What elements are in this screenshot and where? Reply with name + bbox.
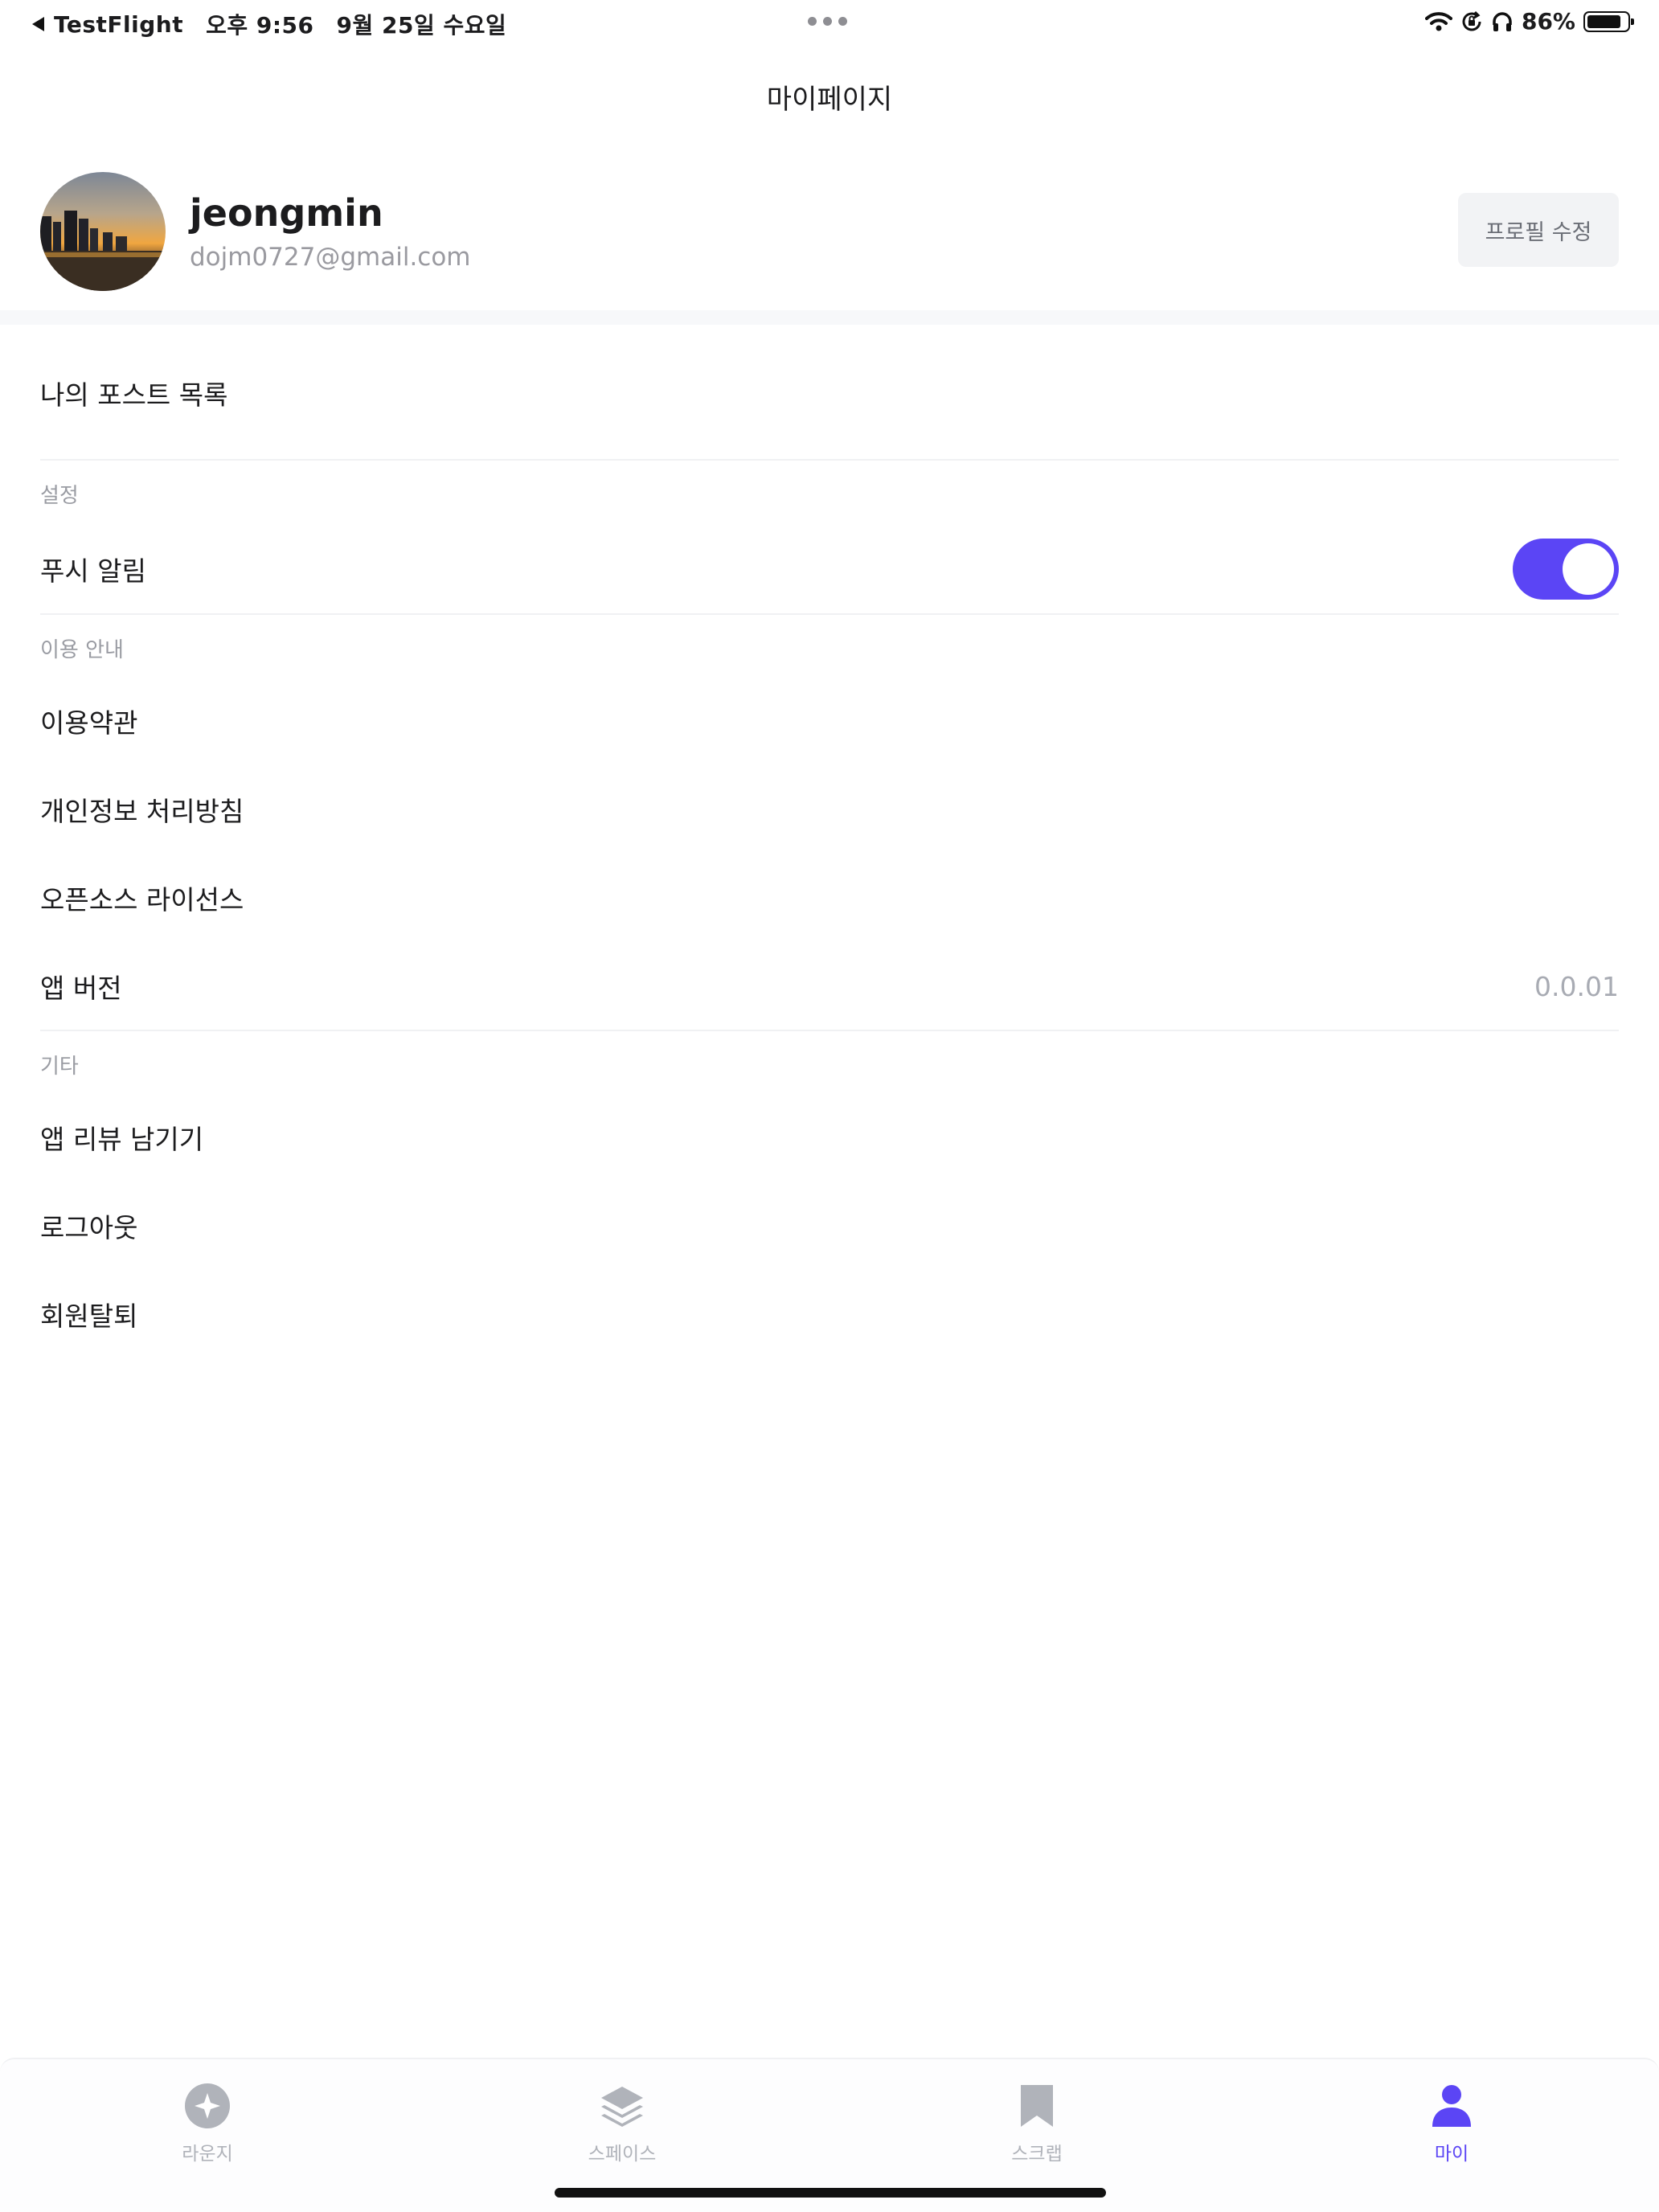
tab-space[interactable]: 스페이스 — [542, 2082, 703, 2165]
layers-icon — [601, 2087, 643, 2127]
menu-item-label: 이용약관 — [40, 707, 138, 739]
menu-item-open-source[interactable]: 오픈소스 라이선스 — [40, 876, 1619, 920]
tab-label: 마이 — [1434, 2144, 1469, 2165]
status-date: 9월 25일 수요일 — [336, 12, 507, 39]
menu-item-app-version: 앱 버전 0.0.01 — [40, 965, 1619, 1008]
home-indicator[interactable] — [555, 2188, 1106, 2198]
headphones-icon — [1493, 11, 1512, 31]
menu-item-label: 앱 버전 — [40, 973, 122, 1004]
push-notification-toggle[interactable] — [1513, 539, 1619, 600]
menu-item-review[interactable]: 앱 리뷰 남기기 — [40, 1116, 1619, 1159]
menu-item-label: 회원탈퇴 — [40, 1301, 138, 1332]
avatar[interactable] — [40, 172, 166, 291]
menu-item-label: 로그아웃 — [40, 1212, 138, 1243]
toggle-knob — [1563, 543, 1614, 595]
app-version-value: 0.0.01 — [1534, 970, 1619, 1002]
menu-item-logout[interactable]: 로그아웃 — [40, 1204, 1619, 1247]
divider — [40, 613, 1619, 615]
back-arrow-icon[interactable] — [32, 17, 44, 31]
profile-section: jeongmin dojm0727@gmail.com 프로필 수정 — [40, 170, 1619, 291]
person-icon — [1432, 2085, 1471, 2127]
divider — [40, 1030, 1619, 1031]
lounge-icon — [185, 2083, 230, 2128]
edit-profile-button[interactable]: 프로필 수정 — [1458, 193, 1619, 267]
wifi-icon — [1424, 11, 1452, 31]
battery-icon — [1583, 10, 1634, 32]
bookmark-icon — [1021, 2085, 1053, 2127]
status-time: 오후 9:56 — [206, 12, 314, 39]
tab-label: 라운지 — [182, 2144, 233, 2165]
status-bar-right: 86% — [1424, 8, 1634, 35]
tab-scrap[interactable]: 스크랩 — [956, 2082, 1117, 2165]
section-divider — [0, 310, 1659, 325]
profile-name: jeongmin — [190, 191, 383, 235]
section-header-etc: 기타 — [40, 1055, 79, 1079]
status-bar-left: TestFlight 오후 9:56 9월 25일 수요일 — [32, 8, 529, 40]
section-header-settings: 설정 — [40, 484, 79, 508]
back-to-app-link[interactable]: TestFlight — [54, 11, 183, 38]
menu-item-label: 나의 포스트 목록 — [40, 379, 228, 411]
tab-label: 스크랩 — [1011, 2144, 1063, 2165]
tab-my[interactable]: 마이 — [1371, 2082, 1532, 2165]
battery-percent: 86% — [1521, 8, 1575, 35]
orientation-lock-icon — [1462, 10, 1481, 31]
menu-item-label: 오픈소스 라이선스 — [40, 884, 244, 916]
menu-item-label: 푸시 알림 — [40, 555, 146, 587]
menu-item-label: 앱 리뷰 남기기 — [40, 1124, 204, 1155]
menu-item-terms[interactable]: 이용약관 — [40, 699, 1619, 743]
menu-item-push: 푸시 알림 — [40, 537, 1619, 601]
status-bar: TestFlight 오후 9:56 9월 25일 수요일 86% — [0, 0, 1659, 45]
divider — [40, 459, 1619, 461]
profile-email: dojm0727@gmail.com — [190, 243, 471, 272]
page-title: 마이페이지 — [766, 84, 893, 116]
section-header-info: 이용 안내 — [40, 638, 124, 662]
multitasking-dots-icon[interactable] — [808, 17, 847, 26]
tab-lounge[interactable]: 라운지 — [127, 2082, 288, 2165]
menu-item-privacy[interactable]: 개인정보 처리방침 — [40, 788, 1619, 831]
tab-label: 스페이스 — [588, 2144, 657, 2165]
menu-item-my-posts[interactable]: 나의 포스트 목록 — [40, 371, 1619, 415]
menu-item-label: 개인정보 처리방침 — [40, 796, 244, 827]
menu-item-withdraw[interactable]: 회원탈퇴 — [40, 1292, 1619, 1336]
